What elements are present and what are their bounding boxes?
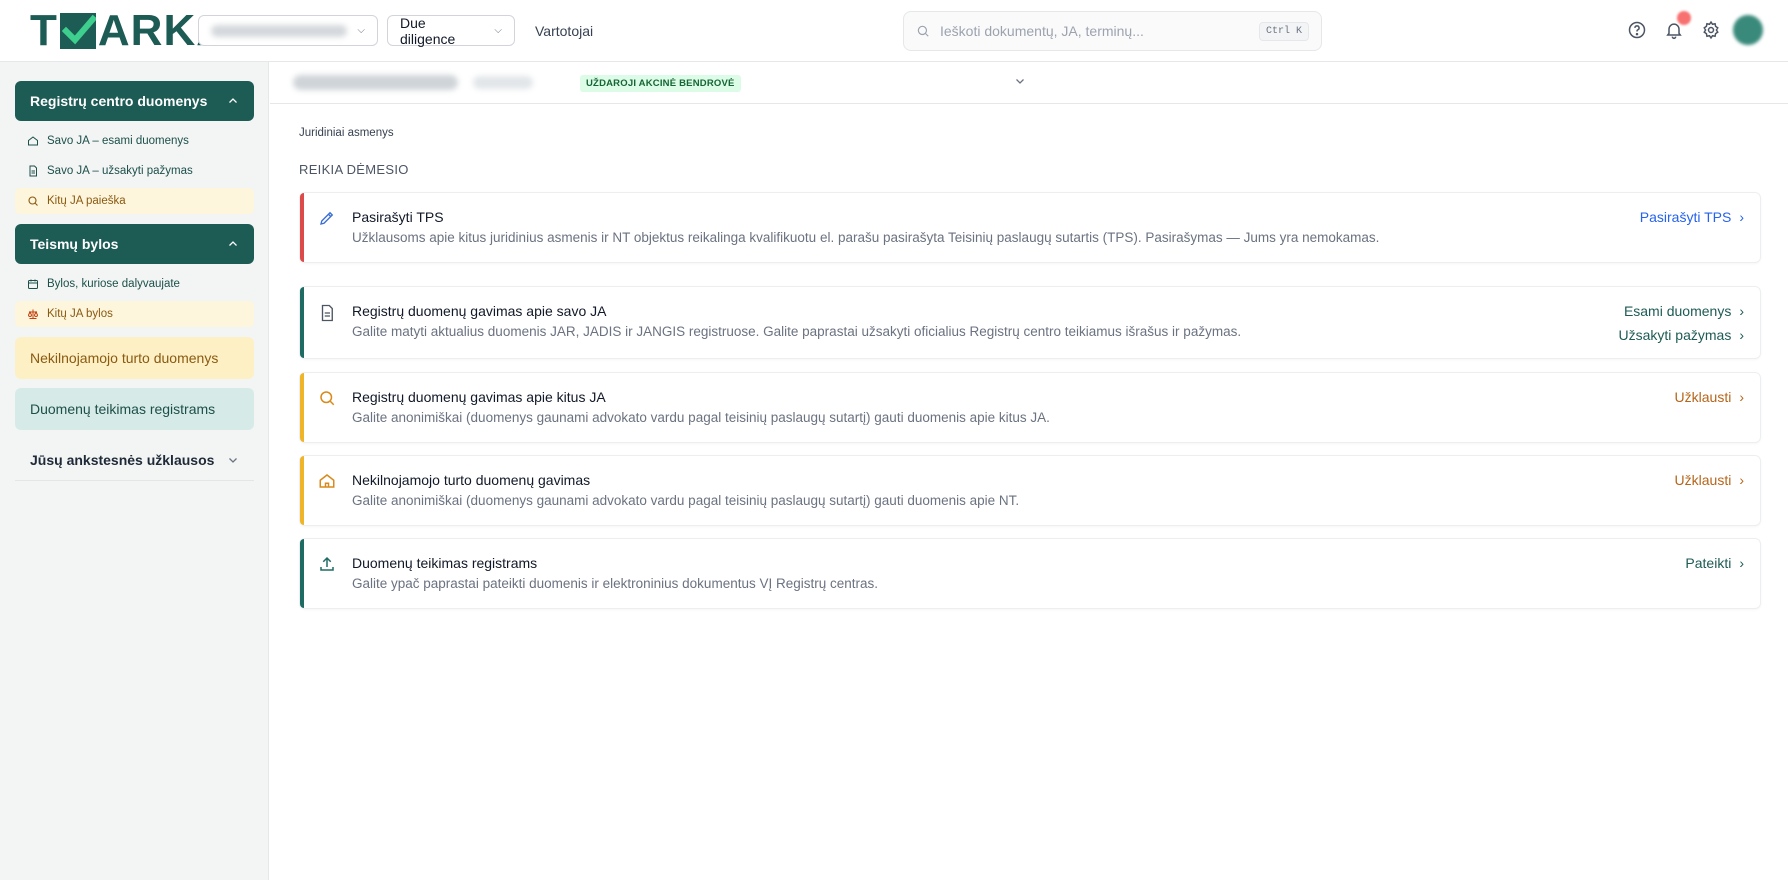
users-link[interactable]: Vartotojai bbox=[535, 23, 593, 39]
sidebar: Registrų centro duomenys Savo JA – esami… bbox=[0, 62, 269, 880]
search-icon bbox=[27, 195, 39, 207]
sidebar-item-label: Kitų JA bylos bbox=[47, 308, 113, 320]
current-data-link[interactable]: Esami duomenys › bbox=[1624, 303, 1744, 319]
card-other-ja-registry: Registrų duomenų gavimas apie kitus JA G… bbox=[299, 372, 1761, 443]
company-code-blurred bbox=[473, 76, 533, 89]
sidebar-section-label: Registrų centro duomenys bbox=[30, 93, 208, 109]
notification-badge bbox=[1677, 11, 1691, 25]
action-label: Pateikti bbox=[1685, 555, 1732, 571]
sidebar-section-court[interactable]: Teismų bylos bbox=[15, 224, 254, 264]
company-type-badge: UŽDAROJI AKCINĖ BENDROVĖ bbox=[580, 75, 741, 92]
sidebar-item-label: Savo JA – esami duomenys bbox=[47, 135, 189, 147]
sidebar-item-data-submit[interactable]: Duomenų teikimas registrams bbox=[15, 388, 254, 430]
sidebar-item-label: Kitų JA paieška bbox=[47, 195, 126, 207]
card-title: Duomenų teikimas registrams bbox=[352, 555, 538, 571]
sidebar-item-label: Savo JA – užsakyti pažymas bbox=[47, 165, 193, 177]
sidebar-item-label: Jūsų ankstesnės užklausos bbox=[30, 451, 215, 468]
action-label: Esami duomenys bbox=[1623, 303, 1732, 319]
card-description: Užklausoms apie kitus juridinius asmenis… bbox=[352, 230, 1380, 245]
document-icon bbox=[27, 165, 39, 177]
card-title: Registrų duomenų gavimas apie kitus JA bbox=[352, 389, 606, 405]
chevron-right-icon: › bbox=[1739, 209, 1744, 225]
scales-icon bbox=[27, 308, 39, 320]
due-diligence-select[interactable]: Due diligence ⌵ bbox=[387, 14, 515, 47]
home-icon bbox=[27, 135, 39, 147]
sidebar-item-real-estate[interactable]: Nekilnojamojo turto duomenys bbox=[15, 337, 254, 379]
section-title: REIKIA DĖMESIO bbox=[299, 162, 409, 177]
request-link[interactable]: Užklausti › bbox=[1675, 389, 1744, 405]
card-title: Nekilnojamojo turto duomenų gavimas bbox=[352, 472, 591, 488]
card-accent-bar bbox=[300, 287, 304, 358]
pencil-icon bbox=[320, 211, 334, 225]
global-search[interactable]: Ieškoti dokumentų, JA, terminų... Ctrl K bbox=[903, 11, 1322, 51]
card-description: Galite anonimiškai (duomenys gaunami adv… bbox=[352, 410, 1050, 425]
help-icon[interactable] bbox=[1627, 20, 1647, 40]
card-accent-bar bbox=[300, 456, 304, 525]
sidebar-section-registry[interactable]: Registrų centro duomenys bbox=[15, 81, 254, 121]
card-description: Galite ypač paprastai pateikti duomenis … bbox=[352, 576, 879, 591]
card-description: Galite matyti aktualius duomenis JAR, JA… bbox=[352, 324, 1242, 339]
search-placeholder: Ieškoti dokumentų, JA, terminų... bbox=[940, 23, 1144, 39]
sidebar-section-label: Teismų bylos bbox=[30, 236, 119, 252]
due-diligence-label: Due diligence bbox=[400, 14, 456, 47]
company-name-blurred bbox=[293, 75, 458, 90]
sidebar-item-own-ja-current[interactable]: Savo JA – esami duomenys bbox=[15, 128, 254, 154]
sidebar-item-other-cases[interactable]: Kitų JA bylos bbox=[15, 301, 254, 327]
action-label: Užsakyti pažymas bbox=[1618, 327, 1732, 343]
chevron-right-icon: › bbox=[1739, 472, 1744, 488]
order-certificates-link[interactable]: Užsakyti pažymas › bbox=[1619, 327, 1744, 343]
chevron-down-icon: ⌵ bbox=[357, 25, 365, 36]
chevron-right-icon: › bbox=[1739, 555, 1744, 571]
card-accent-bar bbox=[300, 539, 304, 608]
user-avatar[interactable] bbox=[1733, 15, 1763, 45]
card-accent-bar bbox=[300, 193, 304, 262]
chevron-down-icon: ⌵ bbox=[494, 25, 502, 36]
chevron-up-icon bbox=[229, 98, 237, 103]
card-title: Registrų duomenų gavimas apie savo JA bbox=[352, 303, 607, 319]
upload-icon bbox=[320, 556, 334, 571]
gear-icon[interactable] bbox=[1701, 20, 1721, 40]
card-sign-tps: Pasirašyti TPS Užklausoms apie kitus jur… bbox=[299, 192, 1761, 263]
submit-link[interactable]: Pateikti › bbox=[1685, 555, 1744, 571]
company-select[interactable]: ⌵ bbox=[198, 15, 378, 46]
request-link[interactable]: Užklausti › bbox=[1675, 472, 1744, 488]
company-name-blurred bbox=[211, 24, 348, 37]
card-description: Galite anonimiškai (duomenys gaunami adv… bbox=[352, 493, 1020, 508]
card-own-ja-registry: Registrų duomenų gavimas apie savo JA Ga… bbox=[299, 286, 1761, 359]
search-shortcut-hint: Ctrl K bbox=[1258, 21, 1309, 41]
logo-check-icon bbox=[59, 13, 96, 49]
sidebar-item-label: Bylos, kuriose dalyvaujate bbox=[47, 278, 180, 290]
breadcrumb[interactable]: Juridiniai asmenys bbox=[299, 127, 394, 139]
sidebar-item-label: Duomenų teikimas registrams bbox=[30, 401, 216, 417]
action-label: Užklausti bbox=[1674, 472, 1732, 488]
chevron-down-icon[interactable] bbox=[1014, 75, 1026, 87]
action-label: Užklausti bbox=[1674, 389, 1732, 405]
chevron-right-icon: › bbox=[1739, 389, 1744, 405]
chevron-right-icon: › bbox=[1739, 303, 1744, 319]
chevron-up-icon bbox=[229, 241, 237, 246]
action-label: Pasirašyti TPS bbox=[1639, 209, 1732, 225]
logo-text-left: T bbox=[30, 6, 58, 55]
company-subbar: UŽDAROJI AKCINĖ BENDROVĖ bbox=[270, 62, 1788, 104]
sidebar-item-my-cases[interactable]: Bylos, kuriose dalyvaujate bbox=[15, 271, 254, 297]
card-real-estate: Nekilnojamojo turto duomenų gavimas Gali… bbox=[299, 455, 1761, 526]
sign-tps-link[interactable]: Pasirašyti TPS › bbox=[1640, 209, 1744, 225]
card-accent-bar bbox=[300, 373, 304, 442]
calendar-icon bbox=[27, 278, 39, 290]
card-title: Pasirašyti TPS bbox=[352, 209, 444, 225]
document-icon bbox=[321, 304, 333, 322]
card-data-submission: Duomenų teikimas registrams Galite ypač … bbox=[299, 538, 1761, 609]
sidebar-item-other-ja-search[interactable]: Kitų JA paieška bbox=[15, 188, 254, 214]
home-icon bbox=[319, 474, 335, 488]
sidebar-item-previous-requests[interactable]: Jūsų ankstesnės užklausos bbox=[15, 439, 254, 481]
sidebar-item-label: Nekilnojamojo turto duomenys bbox=[30, 350, 219, 366]
chevron-down-icon bbox=[229, 457, 237, 463]
search-icon bbox=[320, 391, 335, 406]
search-icon bbox=[917, 25, 929, 37]
chevron-right-icon: › bbox=[1739, 327, 1744, 343]
sidebar-item-own-ja-ordered[interactable]: Savo JA – užsakyti pažymas bbox=[15, 158, 254, 184]
top-header: T ARKA ⌵ Due diligence ⌵ Vartotojai Iešk… bbox=[0, 0, 1788, 62]
